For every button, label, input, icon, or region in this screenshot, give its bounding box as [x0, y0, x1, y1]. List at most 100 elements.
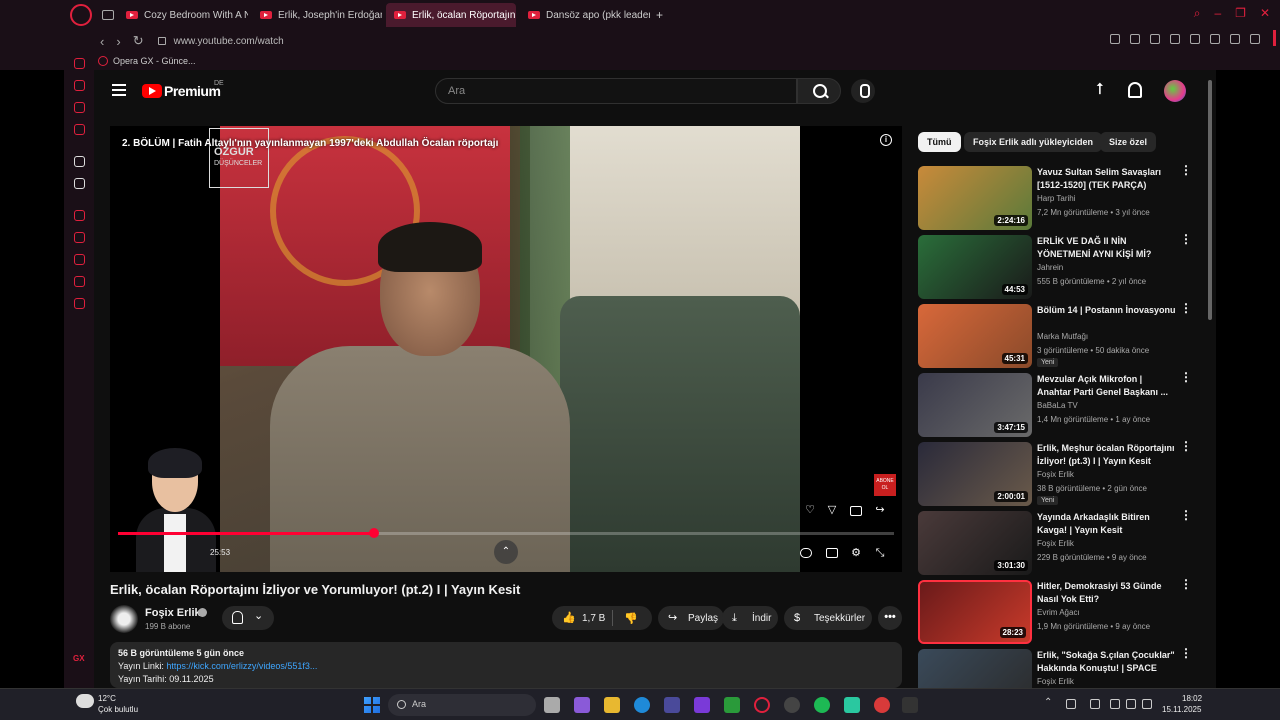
app-purple-icon[interactable]: [694, 697, 710, 713]
recommendation-title[interactable]: Erlik, "Sokağa S.çılan Çocuklar" Hakkınd…: [1037, 649, 1177, 675]
spotify-icon[interactable]: [814, 697, 830, 713]
account-avatar[interactable]: [1164, 80, 1186, 102]
menu-icon[interactable]: [112, 84, 126, 96]
cloud-icon[interactable]: [76, 694, 94, 708]
recommendation-thumbnail[interactable]: 2:00:01: [918, 442, 1032, 506]
recommendation-channel[interactable]: Foşix Erlik: [1037, 539, 1074, 548]
settings-icon[interactable]: [74, 298, 85, 309]
recommendation-channel[interactable]: Harp Tarihi: [1037, 194, 1076, 203]
channel-name[interactable]: Foşix Erlik: [145, 607, 201, 619]
recommendation-item[interactable]: 3:47:15 Mevzular Açık Mikrofon | Anahtar …: [918, 371, 1208, 439]
tab-cozy-bedroom[interactable]: Cozy Bedroom With A Ni: [118, 3, 248, 27]
minimize-button[interactable]: –: [1214, 6, 1221, 21]
tray-overflow-icon[interactable]: ⌃: [1044, 697, 1052, 708]
steam-icon[interactable]: [784, 697, 800, 713]
player-like-icon[interactable]: ♡: [804, 504, 816, 516]
player-sidebar-icon[interactable]: [74, 210, 85, 221]
gx-corner-icon[interactable]: [74, 80, 85, 91]
gx-control-icon[interactable]: [74, 58, 85, 69]
bookmark-opera-gx[interactable]: Opera GX - Günce...: [113, 56, 196, 66]
mic-tray-icon[interactable]: [1090, 699, 1100, 709]
clock-time[interactable]: 18:02: [1182, 694, 1202, 703]
file-explorer-icon[interactable]: [604, 697, 620, 713]
recommendation-thumbnail[interactable]: 44:53: [918, 235, 1032, 299]
extensions-icon[interactable]: [74, 276, 85, 287]
recommendation-title[interactable]: ERLİK VE DAĞ II NİN YÖNETMENİ AYNI KİŞİ …: [1037, 235, 1177, 261]
page-scrollbar[interactable]: [1208, 80, 1212, 320]
app-red-icon[interactable]: [874, 697, 890, 713]
player-dislike-icon[interactable]: ▽: [826, 504, 838, 516]
recommendation-item[interactable]: 3:01:30 Yayında Arkadaşlık Bitiren Kavga!…: [918, 509, 1208, 577]
forward-button[interactable]: ›: [116, 34, 120, 49]
close-window-button[interactable]: ✕: [1260, 6, 1270, 21]
kebab-menu-icon[interactable]: ⋮: [1180, 509, 1192, 527]
edge-icon[interactable]: [634, 697, 650, 713]
kebab-menu-icon[interactable]: ⋮: [1180, 440, 1192, 458]
recommendation-thumbnail[interactable]: 3:01:30: [918, 511, 1032, 575]
like-button[interactable]: 👍 1,7 B 👎: [552, 606, 652, 630]
snapshot-icon[interactable]: [1130, 34, 1140, 44]
history-icon[interactable]: [74, 254, 85, 265]
player-icon[interactable]: [1170, 34, 1180, 44]
subtitles-icon[interactable]: [826, 548, 838, 558]
recommendation-channel[interactable]: Marka Mutfağı: [1037, 332, 1088, 341]
maximize-button[interactable]: ❐: [1235, 6, 1246, 21]
player-comment-icon[interactable]: [850, 506, 862, 516]
recommendation-title[interactable]: Yavuz Sultan Selim Savaşları [1512-1520]…: [1037, 166, 1177, 192]
recommendation-title[interactable]: Hitler, Demokrasiyi 53 Günde Nasıl Yok E…: [1037, 580, 1177, 606]
store-icon[interactable]: [664, 697, 680, 713]
player-overlay-title[interactable]: 2. BÖLÜM | Fatih Altaylı'nın yayınlanmay…: [122, 138, 498, 149]
recommendation-thumbnail[interactable]: 28:23: [918, 580, 1032, 644]
thanks-button[interactable]: $ Teşekkürler: [784, 606, 872, 630]
kebab-menu-icon[interactable]: ⋮: [1180, 578, 1192, 596]
info-icon[interactable]: i: [880, 134, 892, 146]
pin-icon[interactable]: [1110, 34, 1120, 44]
create-upload-icon[interactable]: ⭡: [1096, 82, 1110, 98]
recommendation-channel[interactable]: BaBaLa TV: [1037, 401, 1078, 410]
url-field[interactable]: www.youtube.com/watch: [174, 36, 284, 47]
kebab-menu-icon[interactable]: ⋮: [1180, 164, 1192, 182]
lock-icon[interactable]: [157, 37, 166, 45]
recommendation-thumbnail[interactable]: 45:31: [918, 304, 1032, 368]
twitch-icon[interactable]: [74, 102, 85, 113]
kebab-menu-icon[interactable]: ⋮: [1180, 233, 1192, 251]
aria-icon[interactable]: [74, 156, 85, 167]
description-box[interactable]: 56 B görüntüleme 5 gün önce Yayın Linki:…: [110, 642, 902, 688]
kebab-menu-icon[interactable]: ⋮: [1180, 371, 1192, 389]
reload-button[interactable]: ↻: [133, 33, 144, 49]
new-tab-button[interactable]: +: [656, 9, 668, 21]
tab-erlik-joseph[interactable]: Erlik, Joseph'in Erdoğan: [252, 3, 382, 27]
chip-from-uploader[interactable]: Foşix Erlik adlı yükleyiciden: [964, 132, 1103, 152]
recommendation-item[interactable]: 44:53 ERLİK VE DAĞ II NİN YÖNETMENİ AYNI …: [918, 233, 1208, 301]
player-share-icon[interactable]: ↪: [874, 504, 886, 516]
autoplay-toggle[interactable]: [800, 548, 812, 558]
vpn-icon[interactable]: [1150, 34, 1160, 44]
kebab-menu-icon[interactable]: ⋮: [1180, 647, 1192, 665]
xbox-icon[interactable]: [724, 697, 740, 713]
cloud-sync-icon[interactable]: [1066, 699, 1076, 709]
search-tabs-icon[interactable]: ⌕: [1194, 6, 1201, 21]
channel-avatar[interactable]: [110, 605, 138, 633]
app-green-icon[interactable]: [844, 697, 860, 713]
recommendation-channel[interactable]: Foşix Erlik: [1037, 677, 1074, 686]
opera-gx-taskbar-icon[interactable]: [754, 697, 770, 713]
recommendation-item[interactable]: 2:00:01 Erlik, Meşhur öcalan Röportajını …: [918, 440, 1208, 508]
workspace-icon[interactable]: [102, 10, 114, 20]
back-button[interactable]: ‹: [100, 34, 104, 49]
tab-erlik-ocalan[interactable]: Erlik, öcalan Röportajını İz: [386, 3, 516, 27]
thumbs-down-icon[interactable]: 👎: [624, 612, 638, 625]
recommendation-item[interactable]: 2:24:16 Yavuz Sultan Selim Savaşları [151…: [918, 164, 1208, 232]
display-icon[interactable]: [1110, 699, 1120, 709]
profile-icon[interactable]: [1210, 34, 1220, 44]
recommendation-title[interactable]: Yayında Arkadaşlık Bitiren Kavga! | Yayı…: [1037, 511, 1177, 537]
recommendation-item[interactable]: 45:31 Bölüm 14 | Postanın İnovasyonu Marka…: [918, 302, 1208, 370]
settings-gear-icon[interactable]: ⚙: [850, 547, 862, 559]
pin-sidebar-icon[interactable]: [74, 232, 85, 243]
recommendation-channel[interactable]: Evrim Ağacı: [1037, 608, 1080, 617]
search-input[interactable]: Ara: [435, 78, 797, 104]
exit-fullscreen-icon[interactable]: ⤡: [874, 547, 886, 559]
easy-setup-icon[interactable]: [1250, 34, 1260, 44]
tab-dansoz-apo[interactable]: Dansöz apo (pkk leader a: [520, 3, 650, 27]
youtube-logo-icon[interactable]: [142, 84, 162, 98]
subscription-bell-button[interactable]: ⌄: [222, 606, 274, 630]
